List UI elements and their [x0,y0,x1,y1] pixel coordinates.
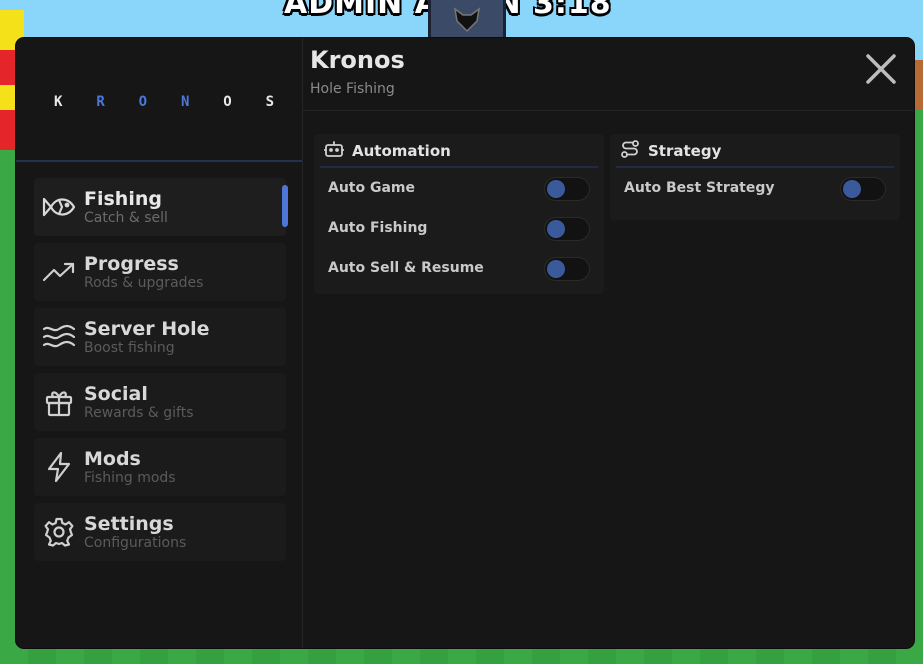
sidebar-item-subtitle: Rewards & gifts [84,404,194,421]
brand-letter: K [54,94,63,110]
active-indicator [282,185,288,227]
toggle-row-auto-sell-resume: Auto Sell & Resume [314,248,604,288]
panel-title: Strategy [648,142,722,160]
fish-icon [34,193,84,221]
sidebar: K R O N O S Fishing Catch & sell Progres… [16,38,302,648]
sidebar-item-subtitle: Boost fishing [84,339,175,356]
page-title: Kronos [310,46,405,74]
header-divider [303,110,914,111]
sidebar-item-progress[interactable]: Progress Rods & upgrades [34,243,286,301]
content-header: Kronos Hole Fishing [310,38,914,110]
sidebar-item-title: Progress [84,252,179,275]
toggle-knob [547,220,565,238]
kronos-window: K R O N O S Fishing Catch & sell Progres… [16,38,914,648]
sidebar-item-subtitle: Fishing mods [84,469,176,486]
strategy-panel: Strategy Auto Best Strategy [610,134,900,220]
sidebar-item-fishing[interactable]: Fishing Catch & sell [34,178,288,236]
toggle-label: Auto Fishing [328,220,428,236]
close-button[interactable] [864,52,898,86]
auto-fishing-toggle[interactable] [544,217,590,241]
sidebar-item-server-hole[interactable]: Server Hole Boost fishing [34,308,286,366]
brand-letter: O [223,94,232,110]
toggle-knob [547,180,565,198]
brand-letter: N [180,94,190,110]
automation-panel: Automation Auto Game Auto Fishing Auto S… [314,134,604,294]
brand-letter: S [265,94,274,110]
auto-sell-resume-toggle[interactable] [544,257,590,281]
sidebar-item-mods[interactable]: Mods Fishing mods [34,438,286,496]
wolf-icon [453,7,481,33]
waves-icon [34,324,84,350]
toggle-row-auto-fishing: Auto Fishing [314,208,604,248]
toggle-label: Auto Best Strategy [624,180,775,196]
toggle-knob [843,180,861,198]
sidebar-nav: Fishing Catch & sell Progress Rods & upg… [34,178,288,568]
sidebar-item-title: Settings [84,512,174,535]
sidebar-item-title: Fishing [84,187,162,210]
sidebar-item-subtitle: Configurations [84,534,187,551]
brand-logo: K R O N O S [54,94,274,110]
sidebar-item-title: Social [84,382,148,405]
close-icon [866,54,896,84]
brand-divider [16,160,302,162]
sidebar-item-settings[interactable]: Settings Configurations [34,503,286,561]
auto-game-toggle[interactable] [544,177,590,201]
lightning-icon [34,451,84,483]
panel-header: Strategy [610,134,900,168]
route-icon [620,139,640,163]
page-subtitle: Hole Fishing [310,81,395,97]
brand-letter: R [96,94,105,110]
auto-best-strategy-toggle[interactable] [840,177,886,201]
toggle-label: Auto Game [328,180,416,196]
sidebar-item-subtitle: Catch & sell [84,209,168,226]
sidebar-divider [302,38,303,648]
gift-icon [34,387,84,417]
sidebar-item-social[interactable]: Social Rewards & gifts [34,373,286,431]
robot-icon [323,140,345,162]
panel-header: Automation [314,134,604,168]
toggle-label: Auto Sell & Resume [328,260,484,276]
toggle-knob [547,260,565,278]
sidebar-item-title: Server Hole [84,317,210,340]
sidebar-item-subtitle: Rods & upgrades [84,274,204,291]
toggle-row-auto-game: Auto Game [314,168,604,208]
brand-letter: O [138,94,148,110]
sidebar-item-title: Mods [84,447,141,470]
toggle-row-auto-best-strategy: Auto Best Strategy [610,168,900,208]
gear-icon [34,517,84,547]
panel-title: Automation [352,142,451,160]
trending-up-icon [34,260,84,284]
